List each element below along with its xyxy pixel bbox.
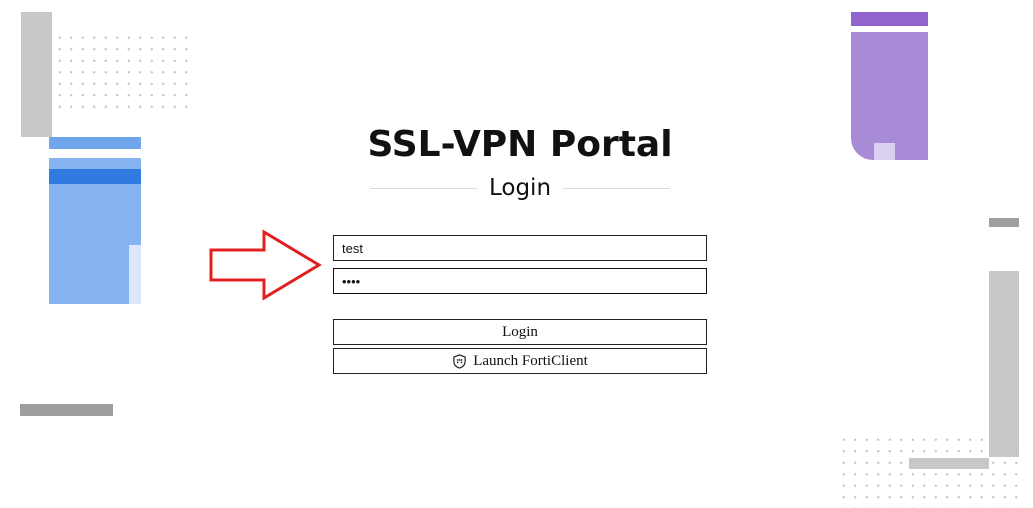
decor-block-purple-stripe [851,12,928,26]
subtitle-divider-right [563,187,670,189]
decor-block-blue-stripe [49,137,141,149]
login-button-label: Login [502,323,538,340]
password-input[interactable] [333,268,707,294]
username-input[interactable] [333,235,707,261]
launch-forticlient-button[interactable]: Launch FortiClient [333,348,707,374]
decor-bar-gray-bottom-left [20,404,113,416]
login-button[interactable]: Login [333,319,707,345]
subtitle-divider-left [370,187,477,189]
subtitle-row: Login [370,172,670,204]
shield-icon [453,353,466,369]
decor-block-blue-dark [49,169,141,184]
decor-bar-gray-left [21,12,52,137]
decor-block-blue-light [129,245,141,304]
decor-block-purple-light [874,143,895,160]
decor-dots-bottom-right [838,434,1018,508]
login-page: SSL-VPN Portal Login Login Launch FortiC… [0,0,1033,508]
red-arrow-icon [209,229,322,301]
page-subtitle: Login [488,175,552,201]
decor-dots-top-left [54,32,196,112]
decor-bar-gray-small-right [989,218,1019,227]
decor-bar-gray-right [989,271,1019,457]
launch-forticlient-label: Launch FortiClient [473,352,588,369]
page-title: SSL-VPN Portal [367,124,673,165]
decor-block-purple [851,32,928,160]
